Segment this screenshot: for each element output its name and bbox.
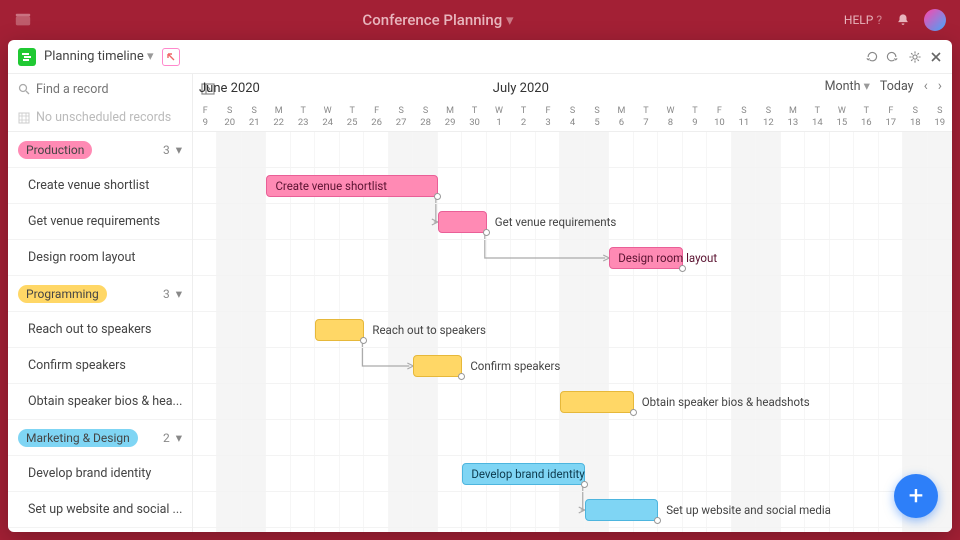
task-row[interactable]: Set up website and social ...: [8, 492, 192, 528]
timeline-panel: Planning timeline ▾ No unscheduled recor…: [8, 40, 952, 532]
gantt-bar[interactable]: [560, 391, 633, 413]
group-header[interactable]: Programming3▾: [8, 276, 192, 312]
month-label: July 2020: [493, 81, 549, 96]
unscheduled-label: No unscheduled records: [36, 110, 171, 125]
group-header[interactable]: Marketing & Design2▾: [8, 420, 192, 456]
month-label: June 2020: [199, 81, 260, 96]
view-name[interactable]: Planning timeline ▾: [44, 49, 154, 64]
day-header: M22: [266, 102, 290, 132]
gantt-bar[interactable]: Create venue shortlist: [266, 175, 437, 197]
task-row[interactable]: Obtain speaker bios & hea...: [8, 384, 192, 420]
gantt-bar[interactable]: Develop brand identity: [462, 463, 584, 485]
app-logo-icon[interactable]: [14, 11, 32, 29]
task-row[interactable]: Develop brand identity: [8, 456, 192, 492]
day-header: W15: [830, 102, 854, 132]
day-header: W8: [658, 102, 682, 132]
task-row[interactable]: Design room layout: [8, 240, 192, 276]
day-header: T30: [462, 102, 486, 132]
task-row[interactable]: Get venue requirements: [8, 204, 192, 240]
day-header: S18: [903, 102, 927, 132]
app-topbar: Conference Planning ▾ HELP ?: [0, 0, 960, 40]
dependency-handle-icon[interactable]: [434, 193, 441, 200]
base-title[interactable]: Conference Planning ▾: [32, 11, 844, 29]
user-avatar[interactable]: [924, 9, 946, 31]
gantt-bar[interactable]: Design room layout: [609, 247, 682, 269]
gantt-bar[interactable]: [585, 499, 658, 521]
open-external-icon[interactable]: [162, 48, 180, 66]
scale-select[interactable]: Month ▾: [825, 78, 870, 94]
gantt-bar-label: Reach out to speakers: [372, 323, 486, 337]
search-icon[interactable]: [18, 83, 30, 95]
gantt-bar-label: Confirm speakers: [470, 359, 560, 373]
gantt-bar-label: Obtain speaker bios & headshots: [642, 395, 810, 409]
gantt-bar[interactable]: [438, 211, 487, 233]
task-row[interactable]: Create venue shortlist: [8, 168, 192, 204]
day-header: F9: [193, 102, 217, 132]
day-header: S21: [242, 102, 266, 132]
timeline-view-icon[interactable]: [18, 48, 36, 66]
day-header: T2: [511, 102, 535, 132]
unscheduled-row[interactable]: No unscheduled records: [8, 104, 192, 132]
search-row: [8, 74, 192, 104]
day-header: S12: [756, 102, 780, 132]
group-header[interactable]: Production3▾: [8, 132, 192, 168]
close-icon[interactable]: [930, 51, 942, 63]
day-header: S20: [217, 102, 241, 132]
day-header: W1: [487, 102, 511, 132]
today-button[interactable]: Today: [880, 79, 914, 94]
day-header: F26: [364, 102, 388, 132]
day-header: S11: [732, 102, 756, 132]
day-header: F17: [879, 102, 903, 132]
grid-icon: [18, 112, 30, 124]
day-header: W24: [315, 102, 339, 132]
day-header: T23: [291, 102, 315, 132]
day-header: T9: [683, 102, 707, 132]
notifications-icon[interactable]: [896, 13, 910, 27]
panel-header: Planning timeline ▾: [8, 40, 952, 74]
day-header: T7: [634, 102, 658, 132]
day-header: S28: [413, 102, 437, 132]
next-period-icon[interactable]: ›: [938, 78, 942, 94]
day-header: S27: [389, 102, 413, 132]
task-row[interactable]: Reach out to speakers: [8, 312, 192, 348]
dependency-handle-icon[interactable]: [630, 409, 637, 416]
day-header: F3: [536, 102, 560, 132]
timeline-grid: June 2020July 2020 Month ▾ Today ‹ › F9S…: [193, 74, 952, 532]
add-record-button[interactable]: +: [894, 474, 938, 518]
task-row[interactable]: Confirm speakers: [8, 348, 192, 384]
dependency-handle-icon[interactable]: [483, 229, 490, 236]
sidebar: No unscheduled records Production3▾Creat…: [8, 74, 193, 532]
redo-icon[interactable]: [886, 50, 900, 64]
day-header: M6: [609, 102, 633, 132]
search-input[interactable]: [36, 82, 195, 97]
gantt-bar-label: Get venue requirements: [495, 215, 616, 229]
gantt-bar[interactable]: [315, 319, 364, 341]
day-header: T25: [340, 102, 364, 132]
day-header: T14: [805, 102, 829, 132]
day-header: S19: [928, 102, 952, 132]
day-header: S4: [560, 102, 584, 132]
prev-period-icon[interactable]: ‹: [924, 78, 928, 94]
settings-icon[interactable]: [908, 50, 922, 64]
undo-icon[interactable]: [864, 50, 878, 64]
help-link[interactable]: HELP ?: [844, 13, 882, 27]
gantt-bar-label: Set up website and social media: [666, 503, 831, 517]
day-header: M13: [781, 102, 805, 132]
dependency-handle-icon[interactable]: [581, 481, 588, 488]
day-header: F10: [707, 102, 731, 132]
day-header: S5: [585, 102, 609, 132]
dependency-handle-icon[interactable]: [679, 265, 686, 272]
day-header: T16: [854, 102, 878, 132]
day-header: M29: [438, 102, 462, 132]
gantt-bar[interactable]: [413, 355, 462, 377]
